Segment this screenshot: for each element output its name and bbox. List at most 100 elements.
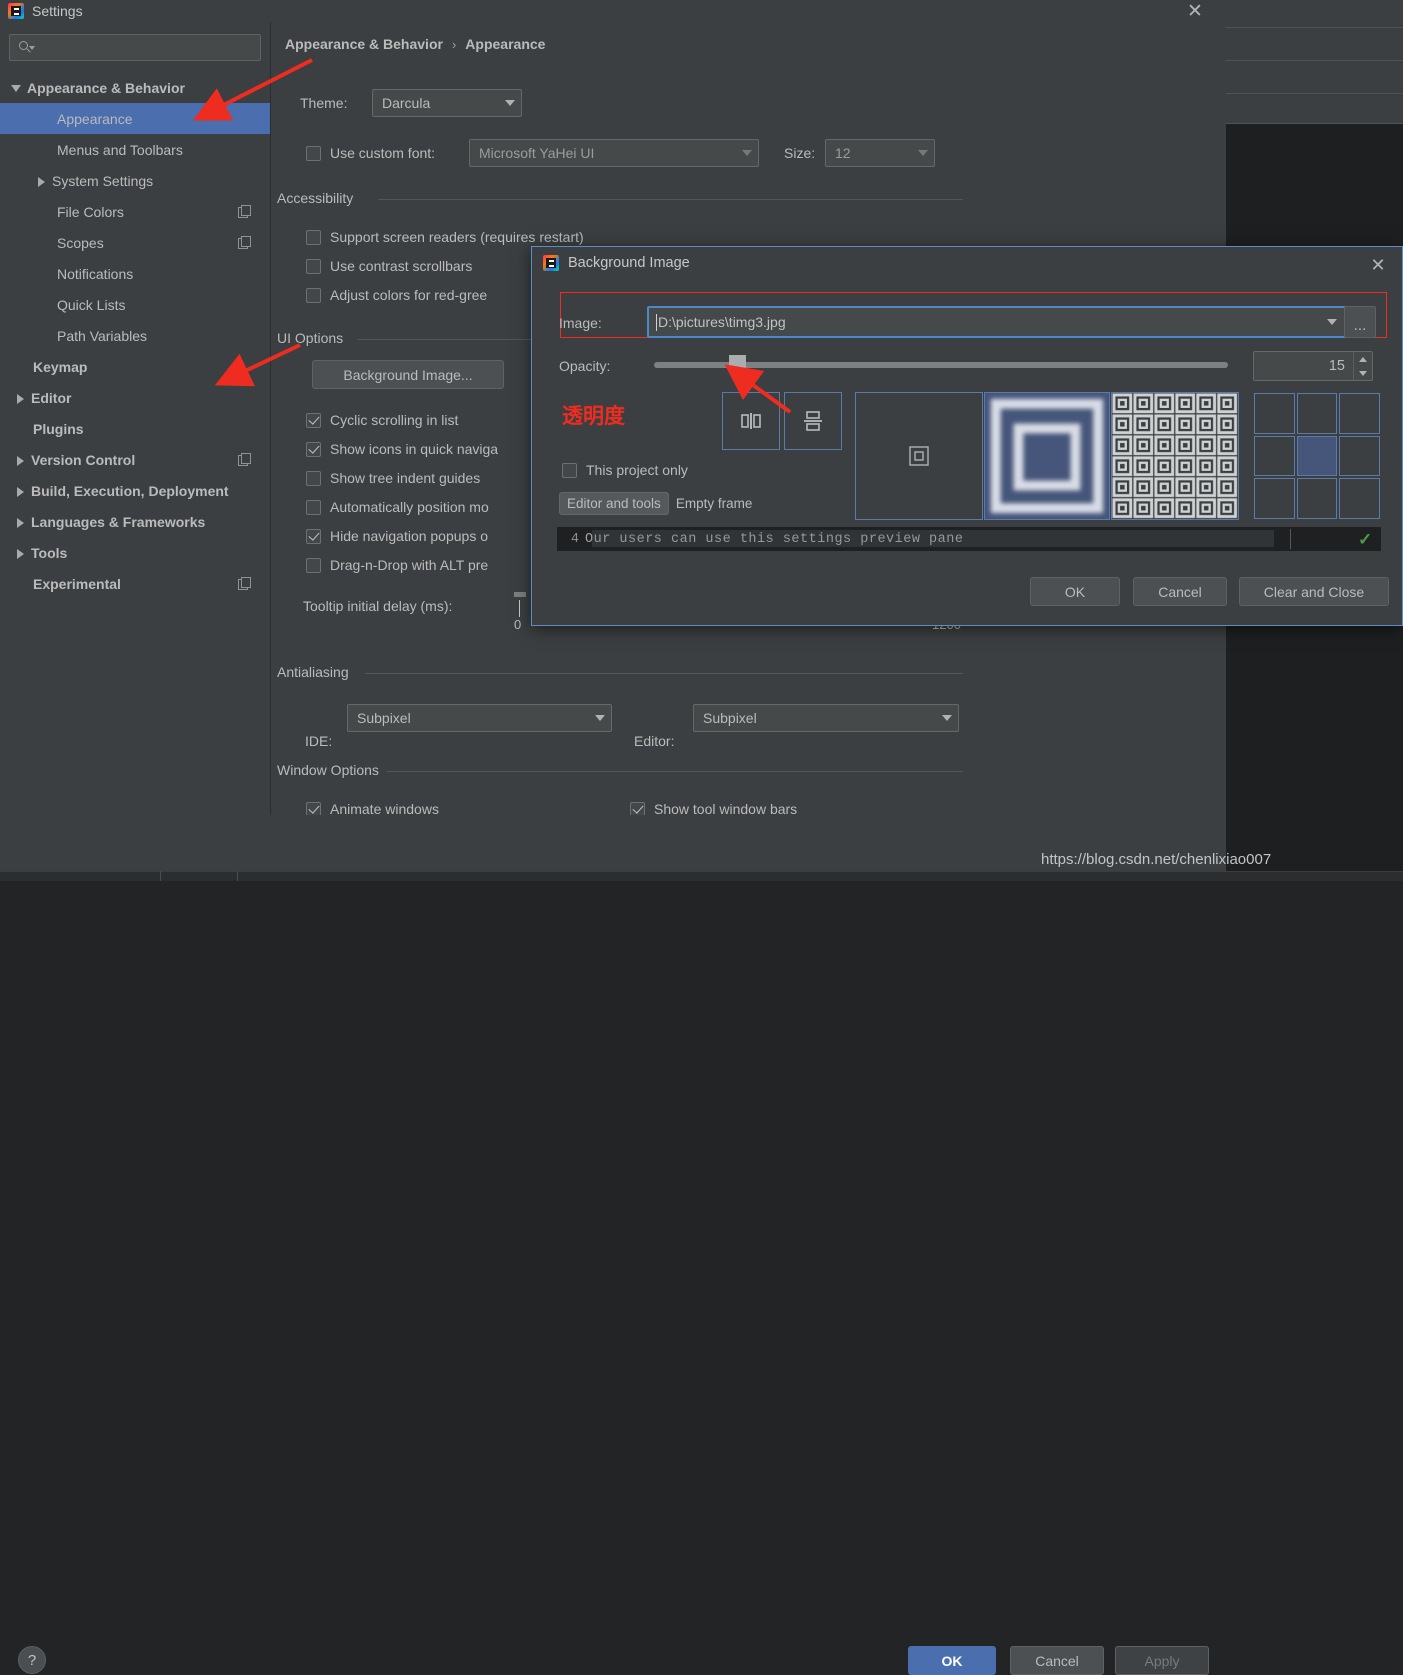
chevron-right-icon[interactable] bbox=[33, 173, 49, 189]
antialiasing-section-title: Antialiasing bbox=[277, 664, 349, 680]
fill-mode-center-button[interactable] bbox=[855, 392, 983, 520]
help-button[interactable]: ? bbox=[18, 1646, 46, 1674]
anchor-cell-4[interactable] bbox=[1297, 436, 1338, 477]
sidebar-item-label: File Colors bbox=[57, 204, 124, 220]
anchor-cell-6[interactable] bbox=[1254, 478, 1295, 519]
cancel-button[interactable]: Cancel bbox=[1010, 1646, 1104, 1675]
editor-antialias-select[interactable]: Subpixel bbox=[693, 704, 959, 732]
window-options-section-title: Window Options bbox=[277, 762, 379, 778]
accessibility-option-0[interactable]: Support screen readers (requires restart… bbox=[306, 229, 584, 245]
chevron-down-icon[interactable] bbox=[8, 80, 24, 96]
scope-toggle-group: Editor and tools Empty frame bbox=[559, 492, 759, 515]
chevron-right-icon[interactable] bbox=[12, 545, 28, 561]
use-custom-font-checkbox[interactable]: Use custom font: bbox=[306, 145, 435, 161]
sidebar-item-plugins[interactable]: Plugins bbox=[0, 413, 270, 444]
sidebar-item-scopes[interactable]: Scopes bbox=[0, 227, 270, 258]
checkbox-box bbox=[306, 529, 321, 544]
sidebar-item-build-execution-deployment[interactable]: Build, Execution, Deployment bbox=[0, 475, 270, 506]
copy-settings-icon[interactable] bbox=[238, 577, 250, 589]
tooltip-delay-slider-track[interactable] bbox=[519, 600, 520, 617]
stepper-down-icon[interactable] bbox=[1354, 366, 1372, 380]
ui-option-4[interactable]: Hide navigation popups o bbox=[306, 528, 488, 544]
ui-option-1[interactable]: Show icons in quick naviga bbox=[306, 441, 498, 457]
anchor-cell-8[interactable] bbox=[1339, 478, 1380, 519]
ok-button[interactable]: OK bbox=[908, 1646, 996, 1675]
sidebar-item-tools[interactable]: Tools bbox=[0, 537, 270, 568]
sidebar-item-appearance[interactable]: Appearance bbox=[0, 103, 270, 134]
copy-settings-icon[interactable] bbox=[238, 236, 250, 248]
accessibility-option-2[interactable]: Adjust colors for red-gree bbox=[306, 287, 487, 303]
anchor-cell-5[interactable] bbox=[1339, 436, 1380, 477]
breadcrumb-current: Appearance bbox=[465, 36, 545, 52]
fill-mode-scale-button[interactable] bbox=[984, 392, 1110, 520]
sidebar-item-version-control[interactable]: Version Control bbox=[0, 444, 270, 475]
chevron-down-icon[interactable] bbox=[1319, 308, 1345, 336]
ui-option-label: Drag-n-Drop with ALT pre bbox=[330, 557, 488, 573]
sidebar-item-quick-lists[interactable]: Quick Lists bbox=[0, 289, 270, 320]
close-icon[interactable]: ✕ bbox=[1182, 0, 1208, 22]
tile-image-icon bbox=[1112, 392, 1238, 520]
anchor-cell-7[interactable] bbox=[1297, 478, 1338, 519]
image-path-value: D:\pictures\timg3.jpg bbox=[658, 314, 786, 330]
custom-font-select[interactable]: Microsoft YaHei UI bbox=[469, 139, 759, 167]
text-caret bbox=[656, 314, 657, 331]
theme-value: Darcula bbox=[382, 95, 430, 111]
animate-windows-checkbox[interactable]: Animate windows bbox=[306, 801, 439, 815]
copy-settings-icon[interactable] bbox=[238, 453, 250, 465]
theme-select[interactable]: Darcula bbox=[372, 89, 522, 117]
ide-antialias-select[interactable]: Subpixel bbox=[347, 704, 612, 732]
chevron-right-icon[interactable] bbox=[12, 483, 28, 499]
sidebar-item-label: Menus and Toolbars bbox=[57, 142, 183, 158]
search-input[interactable] bbox=[9, 34, 261, 61]
checkbox-box bbox=[306, 802, 321, 816]
close-icon[interactable]: ✕ bbox=[1366, 254, 1390, 276]
chevron-down-icon bbox=[499, 90, 521, 116]
sidebar-item-label: Tools bbox=[31, 545, 67, 561]
image-path-input[interactable]: D:\pictures\timg3.jpg bbox=[647, 306, 1347, 338]
sidebar-item-languages-frameworks[interactable]: Languages & Frameworks bbox=[0, 506, 270, 537]
dialog-ok-button[interactable]: OK bbox=[1030, 577, 1120, 606]
browse-file-button[interactable]: ... bbox=[1344, 306, 1376, 338]
anchor-cell-1[interactable] bbox=[1297, 393, 1338, 434]
sidebar-item-editor[interactable]: Editor bbox=[0, 382, 270, 413]
fill-mode-tile-button[interactable] bbox=[1111, 392, 1239, 520]
ui-option-2[interactable]: Show tree indent guides bbox=[306, 470, 480, 486]
anchor-cell-0[interactable] bbox=[1254, 393, 1295, 434]
chevron-right-icon[interactable] bbox=[12, 390, 28, 406]
chevron-right-icon[interactable] bbox=[12, 514, 28, 530]
scale-image-icon bbox=[985, 392, 1109, 520]
this-project-only-checkbox[interactable]: This project only bbox=[562, 462, 688, 478]
accessibility-option-1[interactable]: Use contrast scrollbars bbox=[306, 258, 472, 274]
sidebar-item-notifications[interactable]: Notifications bbox=[0, 258, 270, 289]
sidebar-item-file-colors[interactable]: File Colors bbox=[0, 196, 270, 227]
dialog-clear-and-close-button[interactable]: Clear and Close bbox=[1239, 577, 1389, 606]
chevron-right-icon[interactable] bbox=[12, 452, 28, 468]
sidebar-item-keymap[interactable]: Keymap bbox=[0, 351, 270, 382]
flip-horizontal-button[interactable] bbox=[722, 392, 780, 450]
sidebar-item-menus-and-toolbars[interactable]: Menus and Toolbars bbox=[0, 134, 270, 165]
ui-option-0[interactable]: Cyclic scrolling in list bbox=[306, 412, 458, 428]
ui-option-label: Automatically position mo bbox=[330, 499, 489, 515]
ui-option-3[interactable]: Automatically position mo bbox=[306, 499, 489, 515]
scope-empty-frame[interactable]: Empty frame bbox=[669, 493, 760, 514]
anchor-cell-3[interactable] bbox=[1254, 436, 1295, 477]
anchor-cell-2[interactable] bbox=[1339, 393, 1380, 434]
custom-font-value: Microsoft YaHei UI bbox=[479, 145, 594, 161]
ui-option-5[interactable]: Drag-n-Drop with ALT pre bbox=[306, 557, 488, 573]
show-tool-window-bars-checkbox[interactable]: Show tool window bars bbox=[630, 801, 797, 815]
sidebar-item-experimental[interactable]: Experimental bbox=[0, 568, 270, 599]
font-size-label: Size: bbox=[784, 145, 815, 161]
opacity-spinner[interactable]: 15 bbox=[1253, 351, 1373, 381]
dialog-cancel-button[interactable]: Cancel bbox=[1133, 577, 1227, 606]
font-size-select[interactable]: 12 bbox=[825, 139, 935, 167]
background-image-button[interactable]: Background Image... bbox=[312, 360, 504, 389]
copy-settings-icon[interactable] bbox=[238, 205, 250, 217]
tooltip-delay-slider-knob[interactable] bbox=[514, 592, 526, 597]
breadcrumb-parent[interactable]: Appearance & Behavior bbox=[285, 36, 443, 52]
stepper-up-icon[interactable] bbox=[1354, 352, 1372, 366]
scope-editor-and-tools[interactable]: Editor and tools bbox=[559, 492, 669, 515]
sidebar-item-system-settings[interactable]: System Settings bbox=[0, 165, 270, 196]
sidebar-item-appearance-behavior[interactable]: Appearance & Behavior bbox=[0, 72, 270, 103]
flip-vertical-button[interactable] bbox=[784, 392, 842, 450]
sidebar-item-path-variables[interactable]: Path Variables bbox=[0, 320, 270, 351]
